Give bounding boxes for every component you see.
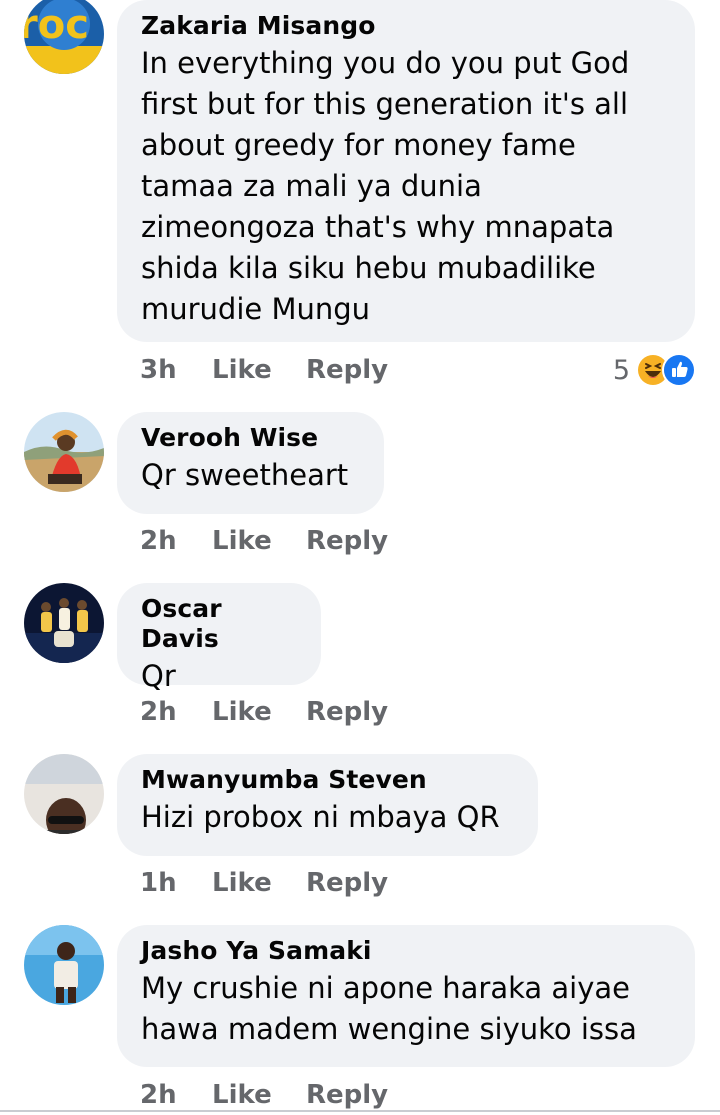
comment-text: In everything you do you put God first b… bbox=[141, 46, 630, 326]
like-button[interactable]: Like bbox=[212, 355, 306, 385]
comment-timestamp[interactable]: 2h bbox=[140, 526, 212, 556]
comment-bubble: Jasho Ya Samaki My crushie ni apone hara… bbox=[117, 925, 695, 1067]
comment-author[interactable]: Jasho Ya Samaki bbox=[141, 936, 671, 966]
comment-bubble: Verooh Wise Qr sweetheart bbox=[117, 412, 384, 514]
comment-timestamp[interactable]: 1h bbox=[140, 868, 212, 898]
like-button[interactable]: Like bbox=[212, 697, 306, 727]
like-icon bbox=[662, 353, 696, 387]
avatar-image bbox=[24, 583, 104, 663]
avatar-image: roc bbox=[24, 0, 104, 74]
divider bbox=[0, 1110, 720, 1112]
avatar[interactable]: roc bbox=[24, 0, 104, 74]
reply-button[interactable]: Reply bbox=[306, 1080, 388, 1110]
comment-text: Qr sweetheart bbox=[141, 458, 349, 492]
svg-text:roc: roc bbox=[24, 2, 89, 48]
reaction-count: 5 bbox=[612, 354, 630, 386]
comment-text: Qr bbox=[141, 659, 176, 693]
reply-button[interactable]: Reply bbox=[306, 697, 388, 727]
comment-actions: 2h Like Reply bbox=[140, 1075, 388, 1115]
comment-author[interactable]: Verooh Wise bbox=[141, 423, 360, 453]
comment-author[interactable]: Zakaria Misango bbox=[141, 11, 671, 41]
comment-timestamp[interactable]: 2h bbox=[140, 1080, 212, 1110]
comment-timestamp[interactable]: 3h bbox=[140, 355, 212, 385]
avatar-image bbox=[24, 754, 104, 834]
reply-button[interactable]: Reply bbox=[306, 868, 388, 898]
comment-actions: 3h Like Reply bbox=[140, 350, 388, 390]
like-button[interactable]: Like bbox=[212, 526, 306, 556]
comment-actions: 2h Like Reply bbox=[140, 521, 388, 561]
like-button[interactable]: Like bbox=[212, 868, 306, 898]
comment-author[interactable]: Mwanyumba Steven bbox=[141, 765, 514, 795]
avatar[interactable] bbox=[24, 754, 104, 834]
comment-actions: 2h Like Reply bbox=[140, 692, 388, 732]
avatar[interactable] bbox=[24, 583, 104, 663]
comment-bubble: Oscar Davis Qr bbox=[117, 583, 321, 693]
avatar-image bbox=[24, 412, 104, 492]
comment-text: My crushie ni apone haraka aiyae hawa ma… bbox=[141, 971, 637, 1046]
comment-text: Hizi probox ni mbaya QR bbox=[141, 800, 500, 834]
comment-bubble: Mwanyumba Steven Hizi probox ni mbaya QR bbox=[117, 754, 538, 856]
reply-button[interactable]: Reply bbox=[306, 355, 388, 385]
comment-actions: 1h Like Reply bbox=[140, 863, 388, 903]
reply-button[interactable]: Reply bbox=[306, 526, 388, 556]
comment-author[interactable]: Oscar Davis bbox=[141, 594, 297, 654]
reaction-summary[interactable]: 5 bbox=[613, 350, 696, 390]
comment-timestamp[interactable]: 2h bbox=[140, 697, 212, 727]
like-button[interactable]: Like bbox=[212, 1080, 306, 1110]
avatar[interactable] bbox=[24, 925, 104, 1005]
comments-feed: roc Zakaria Misango In everything you do… bbox=[0, 0, 720, 1115]
avatar-image bbox=[24, 925, 104, 1005]
avatar[interactable] bbox=[24, 412, 104, 492]
comment-bubble: Zakaria Misango In everything you do you… bbox=[117, 0, 695, 342]
